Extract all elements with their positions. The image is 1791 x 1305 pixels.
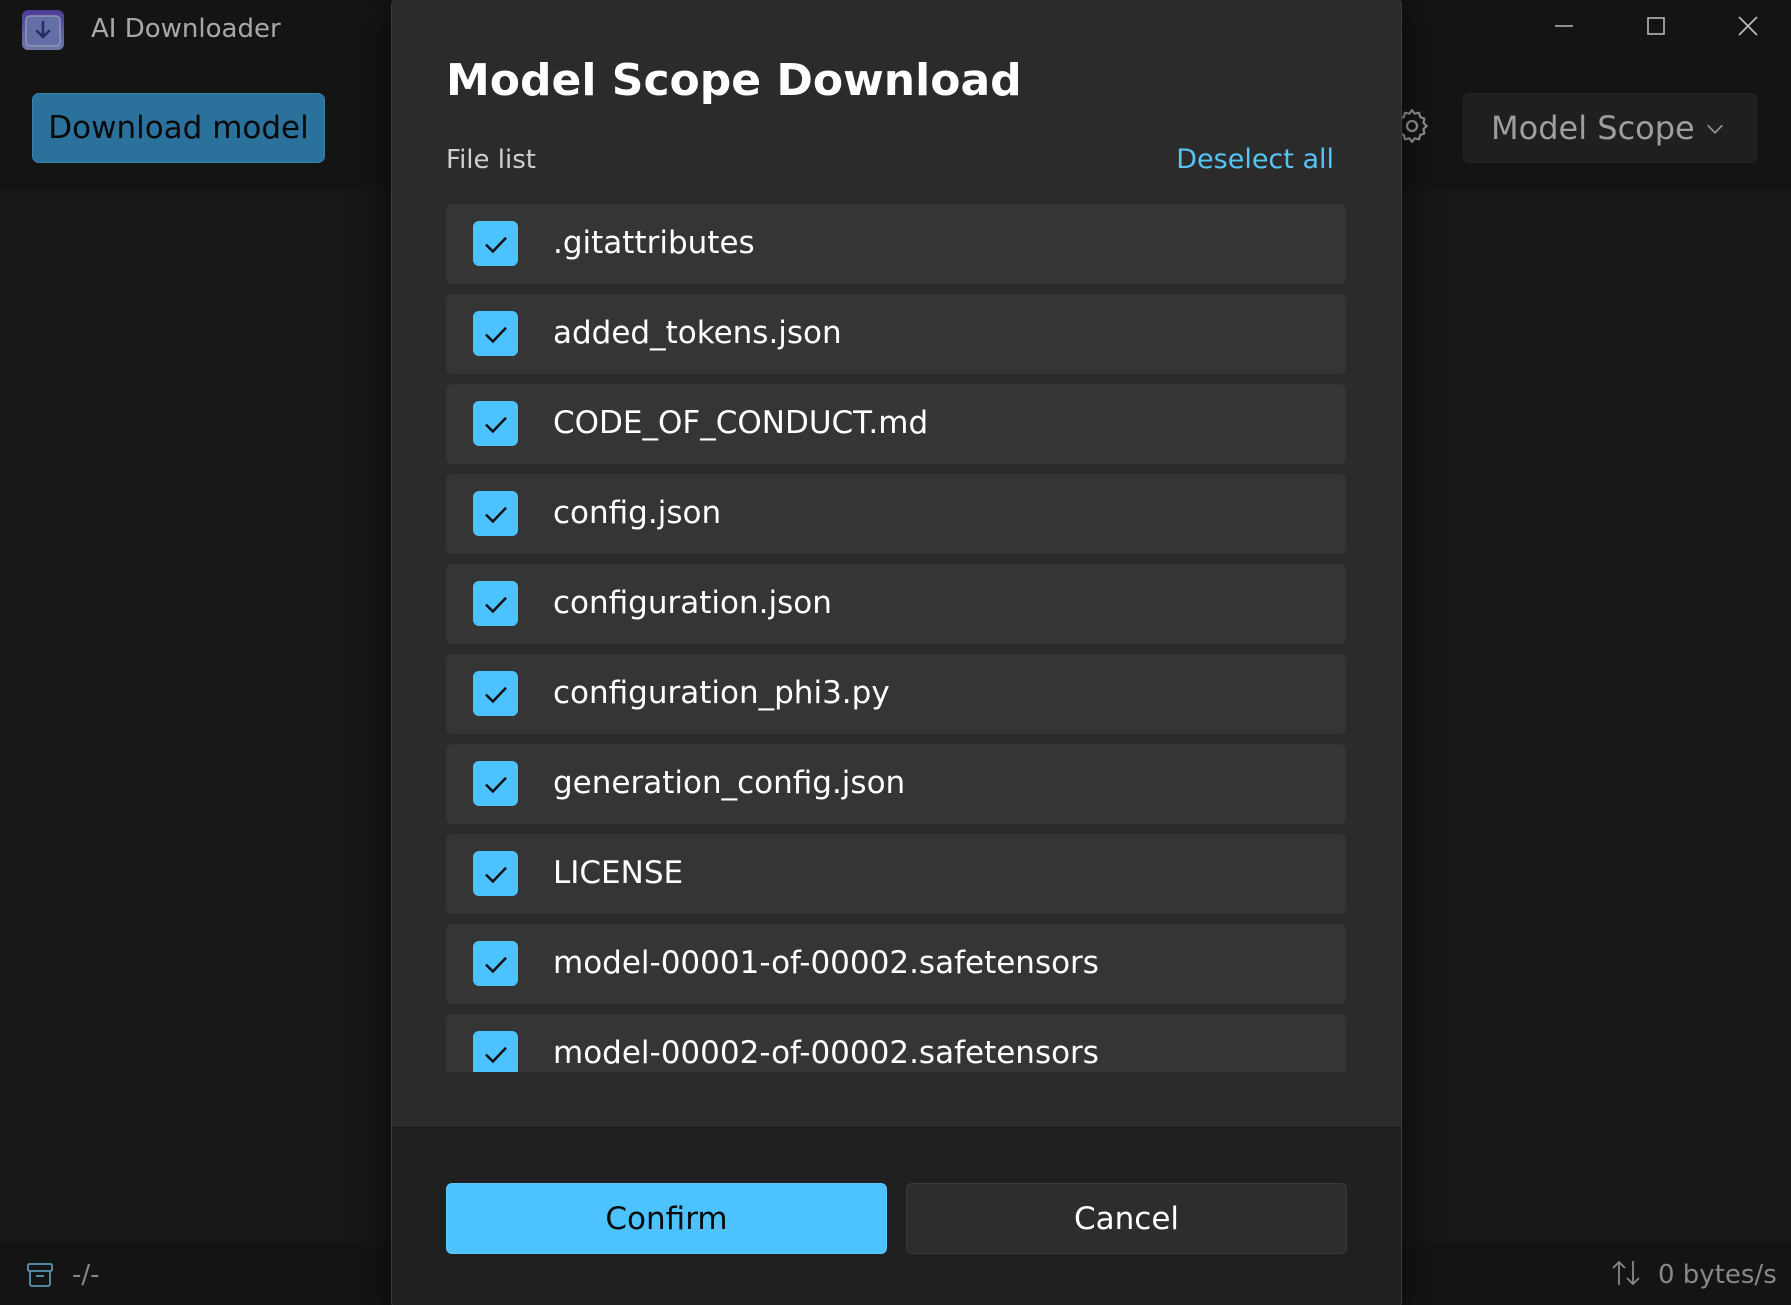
file-name: .gitattributes	[553, 225, 755, 261]
file-row[interactable]: added_tokens.json	[446, 294, 1346, 374]
checkmark-icon	[484, 1046, 507, 1063]
file-list-label: File list	[446, 145, 536, 175]
file-name: added_tokens.json	[553, 315, 842, 351]
checkmark-icon	[484, 506, 507, 523]
checkmark-icon	[484, 416, 507, 433]
deselect-all-link[interactable]: Deselect all	[1176, 144, 1334, 175]
file-row[interactable]: CODE_OF_CONDUCT.md	[446, 384, 1346, 464]
checkmark-icon	[484, 866, 507, 883]
file-checkbox[interactable]	[473, 581, 518, 626]
file-row[interactable]: LICENSE	[446, 834, 1346, 914]
checkmark-icon	[484, 956, 507, 973]
file-checkbox[interactable]	[473, 851, 518, 896]
file-row[interactable]: model-00002-of-00002.safetensors	[446, 1014, 1346, 1072]
file-checkbox[interactable]	[473, 491, 518, 536]
file-checkbox[interactable]	[473, 1031, 518, 1072]
file-checkbox[interactable]	[473, 671, 518, 716]
checkmark-icon	[484, 776, 507, 793]
file-checkbox[interactable]	[473, 761, 518, 806]
file-name: LICENSE	[553, 855, 684, 891]
checkmark-icon	[484, 686, 507, 703]
file-row[interactable]: configuration_phi3.py	[446, 654, 1346, 734]
file-checkbox[interactable]	[473, 941, 518, 986]
file-name: configuration.json	[553, 585, 832, 621]
checkmark-icon	[484, 236, 507, 253]
file-name: config.json	[553, 495, 722, 531]
checkmark-icon	[484, 596, 507, 613]
file-row[interactable]: configuration.json	[446, 564, 1346, 644]
dialog-footer: Confirm Cancel	[392, 1127, 1401, 1305]
file-row[interactable]: .gitattributes	[446, 204, 1346, 284]
confirm-button[interactable]: Confirm	[446, 1183, 887, 1254]
file-name: model-00001-of-00002.safetensors	[553, 945, 1099, 981]
file-name: model-00002-of-00002.safetensors	[553, 1035, 1099, 1071]
file-checkbox[interactable]	[473, 311, 518, 356]
file-name: configuration_phi3.py	[553, 675, 890, 711]
file-row[interactable]: model-00001-of-00002.safetensors	[446, 924, 1346, 1004]
checkmark-icon	[484, 326, 507, 343]
cancel-button[interactable]: Cancel	[906, 1183, 1347, 1254]
app-window: AI Downloader Download model Model Scope…	[0, 0, 1791, 1305]
file-name: generation_config.json	[553, 765, 906, 801]
file-row[interactable]: config.json	[446, 474, 1346, 554]
file-checkbox[interactable]	[473, 221, 518, 266]
download-dialog: Model Scope Download File list Deselect …	[391, 0, 1402, 1305]
file-name: CODE_OF_CONDUCT.md	[553, 405, 929, 441]
dialog-title: Model Scope Download	[446, 55, 1022, 106]
file-checkbox[interactable]	[473, 401, 518, 446]
file-list[interactable]: .gitattributes added_tokens.json CODE_OF…	[446, 204, 1346, 1072]
file-row[interactable]: generation_config.json	[446, 744, 1346, 824]
